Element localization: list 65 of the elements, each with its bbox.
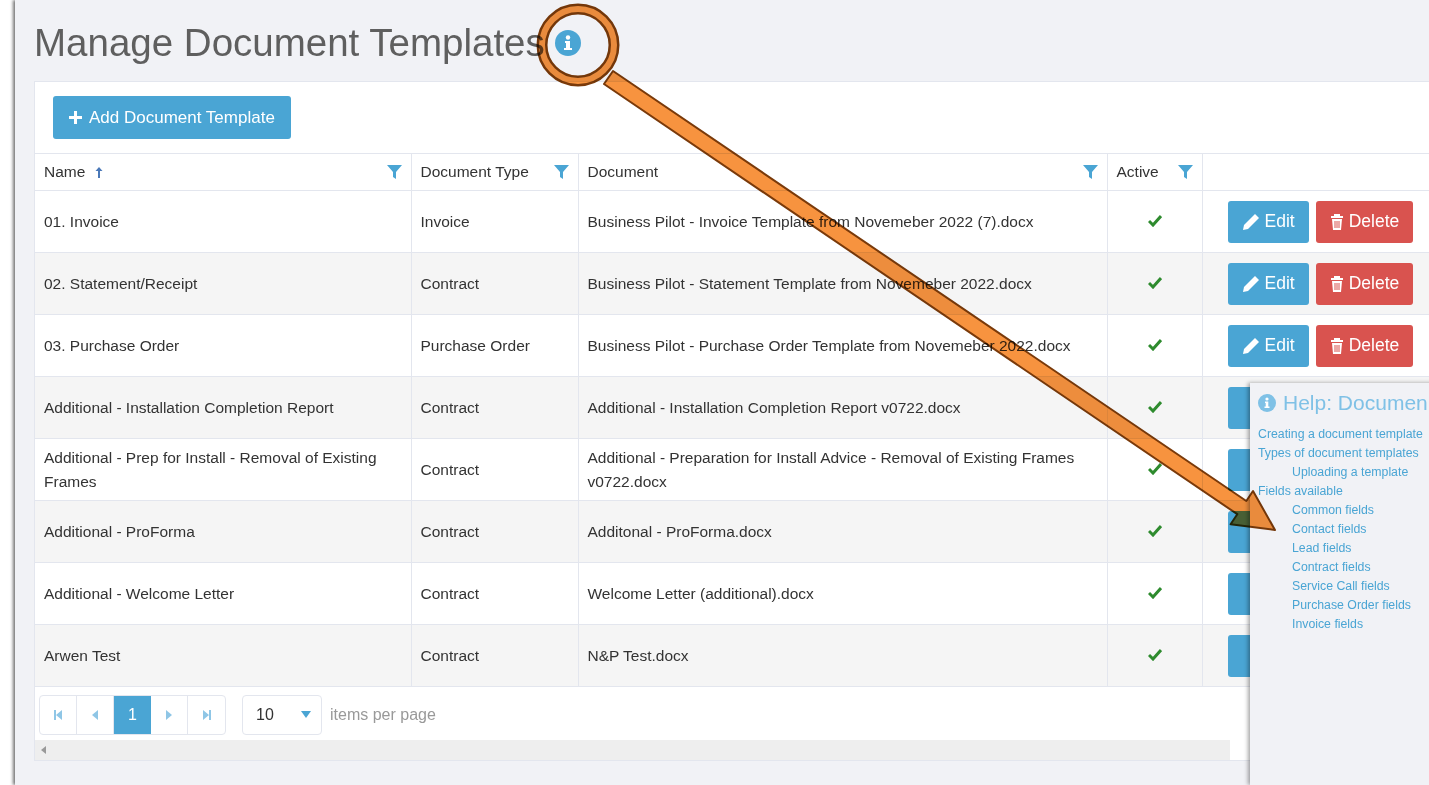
document-cell: N&P Test.docx: [578, 624, 1107, 687]
last-page-icon[interactable]: [202, 709, 211, 720]
page-button[interactable]: 1: [114, 695, 151, 734]
filter-icon[interactable]: [386, 165, 402, 179]
help-link[interactable]: Invoice fields: [1292, 616, 1364, 633]
type-cell: Contract: [411, 624, 578, 687]
next-page-icon[interactable]: [165, 709, 173, 720]
scroll-left-icon[interactable]: [41, 746, 46, 754]
column-header[interactable]: Name: [44, 163, 86, 181]
type-cell: Contract: [411, 438, 578, 501]
filter-icon[interactable]: [1177, 165, 1193, 179]
name-cell: Additional - ProForma: [35, 500, 411, 563]
previous-page-icon[interactable]: [91, 709, 99, 720]
delete-button[interactable]: Delete: [1315, 262, 1414, 305]
name-cell: Additional - Prep for Install - Removal of Existing Frames: [35, 438, 411, 501]
help-link[interactable]: Creating a document template: [1258, 426, 1423, 443]
edit-button[interactable]: Edit: [1227, 262, 1309, 305]
help-link[interactable]: Types of document templates: [1258, 445, 1419, 462]
help-link[interactable]: Contract fields: [1292, 559, 1371, 576]
column-header[interactable]: Document: [587, 163, 659, 181]
type-cell: Contract: [411, 376, 578, 439]
pencil-icon: [1241, 274, 1260, 293]
help-title: Help: Documen: [1283, 391, 1428, 415]
help-link[interactable]: Contact fields: [1292, 521, 1367, 538]
name-cell: 02. Statement/Receipt: [35, 252, 411, 315]
trash-icon: [1329, 274, 1344, 293]
name-cell: 03. Purchase Order: [35, 314, 411, 377]
info-icon: [1258, 394, 1276, 412]
edit-button[interactable]: Edit: [1227, 324, 1309, 367]
trash-icon: [1329, 212, 1344, 231]
horizontal-scrollbar[interactable]: [35, 740, 1230, 760]
sort-up-icon[interactable]: [95, 166, 104, 178]
type-cell: Contract: [411, 252, 578, 315]
type-cell: Contract: [411, 500, 578, 563]
first-page-icon[interactable]: [54, 709, 62, 720]
name-cell: Arwen Test: [35, 624, 411, 687]
filter-icon[interactable]: [1082, 165, 1098, 179]
help-link[interactable]: Purchase Order fields: [1292, 597, 1411, 614]
pencil-icon: [1241, 336, 1260, 355]
name-cell: Additional - Welcome Letter: [35, 562, 411, 625]
document-cell: Additional - Preparation for Install Advice - Removal of Existing Frames v0722.docx: [578, 438, 1107, 501]
help-link[interactable]: Fields available: [1258, 483, 1343, 500]
caret-icon: [301, 711, 311, 718]
document-cell: Welcome Letter (additional).docx: [578, 562, 1107, 625]
add-template-button[interactable]: Add Document Template: [53, 96, 291, 139]
document-cell: Additonal - ProForma.docx: [578, 500, 1107, 563]
type-cell: Contract: [411, 562, 578, 625]
type-cell: Purchase Order: [411, 314, 578, 377]
pencil-icon: [1241, 212, 1260, 231]
type-cell: Invoice: [411, 190, 578, 253]
name-cell: Additional - Installation Completion Report: [35, 376, 411, 439]
page-size-label: items per page: [330, 705, 436, 724]
delete-button[interactable]: Delete: [1315, 324, 1414, 367]
name-cell: 01. Invoice: [35, 190, 411, 253]
plus-icon: [69, 111, 82, 124]
help-link[interactable]: Service Call fields: [1292, 578, 1390, 595]
help-link[interactable]: Lead fields: [1292, 540, 1352, 557]
page-size-select[interactable]: 10: [242, 694, 322, 735]
info-icon[interactable]: [554, 30, 581, 56]
filter-icon[interactable]: [553, 165, 569, 179]
edit-button[interactable]: Edit: [1227, 200, 1309, 243]
delete-button[interactable]: Delete: [1315, 200, 1414, 243]
help-link[interactable]: Uploading a template: [1292, 464, 1409, 481]
help-link[interactable]: Common fields: [1292, 502, 1374, 519]
trash-icon: [1329, 336, 1344, 355]
